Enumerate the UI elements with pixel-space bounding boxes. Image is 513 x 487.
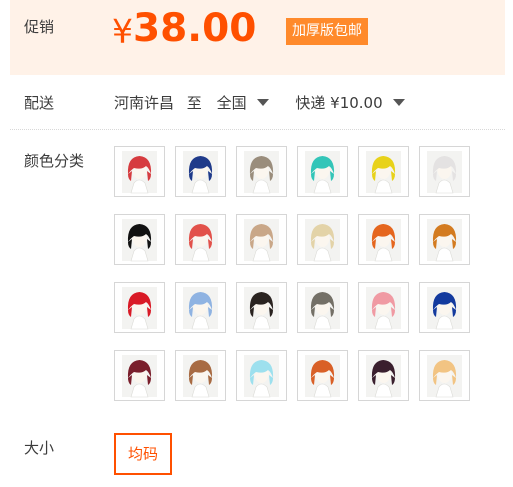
color-label: 颜色分类 <box>24 152 85 170</box>
color-swatch[interactable] <box>358 146 409 197</box>
wig-thumbnail-icon <box>305 355 340 398</box>
color-swatch[interactable] <box>175 282 226 333</box>
wig-thumbnail-icon <box>122 287 157 330</box>
promotion-label: 促销 <box>24 18 55 36</box>
wig-thumbnail-icon <box>183 151 218 194</box>
delivery-to-word: 至 <box>186 94 202 112</box>
wig-thumbnail-icon <box>244 219 279 262</box>
color-swatch[interactable] <box>175 146 226 197</box>
color-swatch[interactable] <box>175 350 226 401</box>
color-swatch[interactable] <box>419 350 470 401</box>
wig-thumbnail-icon <box>427 355 462 398</box>
wig-thumbnail-icon <box>427 287 462 330</box>
color-swatch[interactable] <box>419 214 470 265</box>
color-swatch[interactable] <box>236 282 287 333</box>
color-swatch[interactable] <box>236 350 287 401</box>
promotion-badge: 加厚版包邮 <box>286 18 368 45</box>
color-swatch[interactable] <box>419 146 470 197</box>
color-swatch[interactable] <box>114 146 165 197</box>
color-swatch[interactable] <box>175 214 226 265</box>
delivery-label: 配送 <box>24 94 55 112</box>
price-currency: ¥ <box>112 12 133 51</box>
wig-thumbnail-icon <box>244 151 279 194</box>
shipping-value: 快递 ¥10.00 <box>295 94 383 112</box>
color-swatch[interactable] <box>297 282 348 333</box>
color-swatch[interactable] <box>114 282 165 333</box>
wig-thumbnail-icon <box>366 355 401 398</box>
wig-thumbnail-icon <box>366 219 401 262</box>
shipping-select[interactable]: 快递 ¥10.00 <box>295 92 405 113</box>
color-swatch[interactable] <box>419 282 470 333</box>
color-swatch[interactable] <box>236 214 287 265</box>
wig-thumbnail-icon <box>244 355 279 398</box>
wig-thumbnail-icon <box>305 151 340 194</box>
divider <box>10 129 505 130</box>
wig-thumbnail-icon <box>183 219 218 262</box>
color-swatch[interactable] <box>358 214 409 265</box>
wig-thumbnail-icon <box>366 151 401 194</box>
price: ¥38.00 <box>112 6 256 51</box>
color-swatch[interactable] <box>297 350 348 401</box>
wig-thumbnail-icon <box>183 287 218 330</box>
color-swatch[interactable] <box>236 146 287 197</box>
color-swatch[interactable] <box>114 214 165 265</box>
color-swatch[interactable] <box>297 214 348 265</box>
wig-thumbnail-icon <box>366 287 401 330</box>
size-label: 大小 <box>24 439 55 457</box>
wig-thumbnail-icon <box>122 151 157 194</box>
price-amount: 38.00 <box>133 6 257 51</box>
wig-thumbnail-icon <box>244 287 279 330</box>
delivery-origin: 河南许昌 <box>114 94 175 112</box>
wig-thumbnail-icon <box>122 355 157 398</box>
wig-thumbnail-icon <box>305 219 340 262</box>
chevron-down-icon <box>392 99 405 106</box>
chevron-down-icon <box>256 99 269 106</box>
color-swatch[interactable] <box>358 350 409 401</box>
size-option-one-size[interactable]: 均码 <box>114 433 172 475</box>
delivery-info: 河南许昌 至 全国 快递 ¥10.00 <box>114 92 405 113</box>
destination-value: 全国 <box>216 94 247 112</box>
wig-thumbnail-icon <box>427 151 462 194</box>
color-swatch[interactable] <box>114 350 165 401</box>
wig-thumbnail-icon <box>305 287 340 330</box>
wig-thumbnail-icon <box>183 355 218 398</box>
color-swatch[interactable] <box>358 282 409 333</box>
destination-select[interactable]: 全国 <box>217 92 269 113</box>
promotion-bar: 促销 ¥38.00 加厚版包邮 <box>10 0 505 75</box>
wig-thumbnail-icon <box>122 219 157 262</box>
wig-thumbnail-icon <box>427 219 462 262</box>
color-swatch[interactable] <box>297 146 348 197</box>
